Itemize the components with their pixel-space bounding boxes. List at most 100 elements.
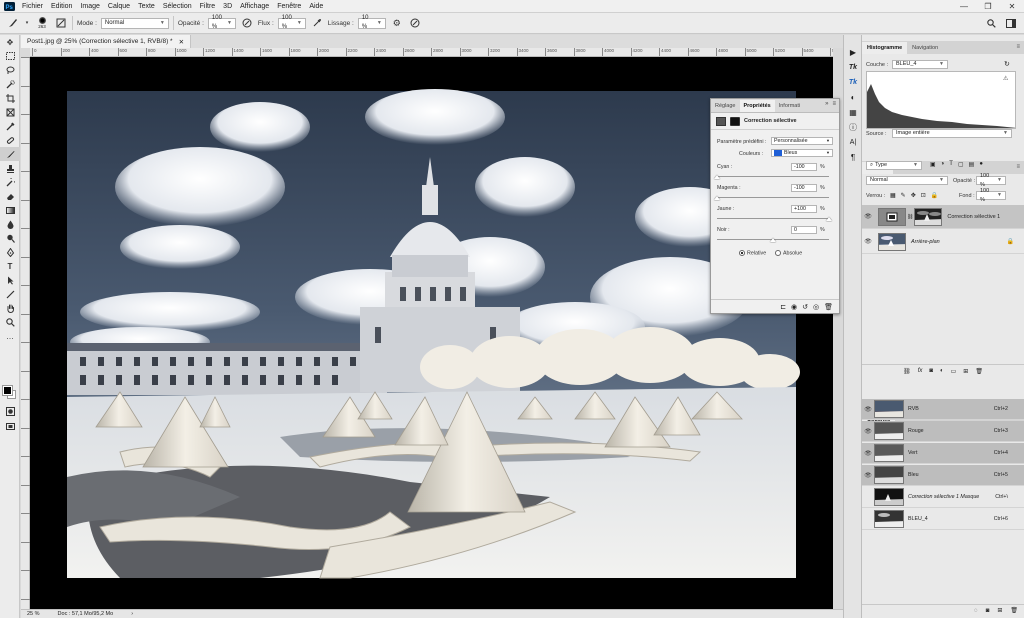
eraser-tool-icon[interactable]: [0, 189, 20, 203]
jaune-input[interactable]: +100: [791, 205, 817, 213]
lasso-tool-icon[interactable]: [0, 63, 20, 77]
eye-icon[interactable]: 👁: [862, 213, 874, 220]
filter-toggle-icon[interactable]: ●: [979, 161, 983, 168]
trash-icon[interactable]: 🗑: [975, 368, 983, 375]
menu-selection[interactable]: Sélection: [159, 3, 196, 10]
jaune-slider-knob[interactable]: [826, 217, 832, 221]
lock-transparency-icon[interactable]: ▦: [890, 192, 896, 199]
radio-relative[interactable]: [739, 250, 745, 256]
swatches-icon[interactable]: ▦: [844, 105, 862, 119]
lock-all-icon[interactable]: 🔒: [931, 192, 938, 199]
preset-select[interactable]: Personnalisée ▼: [771, 137, 833, 145]
crop-tool-icon[interactable]: [0, 91, 20, 105]
eye-icon[interactable]: 👁: [862, 428, 874, 435]
info-icon[interactable]: ⓘ: [844, 120, 862, 134]
filter-smart-object-icon[interactable]: ▤: [969, 161, 975, 168]
blend-mode-select[interactable]: Normal ▼: [866, 176, 948, 185]
history-brush-tool-icon[interactable]: [0, 175, 20, 189]
noir-slider-knob[interactable]: [770, 238, 776, 242]
refresh-icon[interactable]: ↻: [1004, 60, 1010, 68]
menu-fenetre[interactable]: Fenêtre: [273, 3, 305, 10]
menu-aide[interactable]: Aide: [305, 3, 327, 10]
tab-informations[interactable]: Informati: [775, 100, 804, 112]
chevron-down-icon[interactable]: ▾: [24, 16, 30, 30]
brush-tool-icon[interactable]: [0, 147, 20, 161]
noir-input[interactable]: 0: [791, 226, 817, 234]
layer-row-background[interactable]: 👁 Arrière-plan 🔒: [862, 230, 1024, 254]
panel-menu-icon[interactable]: ≡: [832, 101, 836, 107]
pressure-size-icon[interactable]: [408, 16, 422, 30]
menu-fichier[interactable]: Fichier: [18, 3, 47, 10]
filter-pixel-icon[interactable]: ▣: [930, 161, 936, 168]
layer-row-selective-correction[interactable]: 👁 ⛓ Correction sélective 1: [862, 205, 1024, 229]
channel-row-vert[interactable]: 👁 Vert Ctrl+4: [862, 443, 1024, 464]
link-layers-icon[interactable]: ⛓: [903, 368, 911, 375]
expand-icon[interactable]: »: [825, 101, 828, 107]
channel-row-bleu4[interactable]: BLEU_4 Ctrl+6: [862, 509, 1024, 530]
brush-preset-picker[interactable]: 263: [34, 17, 50, 29]
cyan-input[interactable]: -100: [791, 163, 817, 171]
radio-absolute[interactable]: [775, 250, 781, 256]
zoom-tool-icon[interactable]: [0, 315, 20, 329]
method-relative[interactable]: Relative: [739, 250, 766, 256]
color-panel-icon[interactable]: ◐: [844, 90, 862, 104]
play-action-icon[interactable]: ▶: [844, 45, 862, 59]
panel-menu-icon[interactable]: ≡: [1016, 164, 1020, 170]
opacity-field[interactable]: 100 % ▼: [207, 15, 236, 30]
move-tool-icon[interactable]: ✥: [0, 35, 20, 49]
cyan-slider[interactable]: [714, 175, 829, 179]
workspace-icon[interactable]: [1004, 16, 1018, 30]
channel-name[interactable]: BLEU_4: [908, 516, 928, 522]
link-icon[interactable]: ⛓: [907, 214, 913, 220]
view-previous-state-icon[interactable]: ◉: [791, 303, 797, 311]
search-icon[interactable]: [984, 16, 998, 30]
eyedropper-tool-icon[interactable]: [0, 119, 20, 133]
histogram-channel-select[interactable]: BLEU_4 ▼: [892, 60, 948, 69]
eye-icon[interactable]: 👁: [862, 406, 874, 413]
channel-name[interactable]: RVB: [908, 406, 919, 412]
type-tool-icon[interactable]: T: [0, 259, 20, 273]
foreground-color-swatch[interactable]: [2, 385, 13, 396]
eye-icon[interactable]: 👁: [862, 238, 874, 245]
magenta-slider-knob[interactable]: [714, 196, 720, 200]
smoothing-field[interactable]: 10 % ▼: [357, 15, 386, 30]
new-adjustment-icon[interactable]: ◐: [940, 368, 944, 374]
channel-row-bleu[interactable]: 👁 Bleu Ctrl+5: [862, 465, 1024, 486]
airbrush-icon[interactable]: [310, 16, 324, 30]
tab-reglage[interactable]: Réglage: [711, 100, 740, 112]
flow-field[interactable]: 100 % ▼: [277, 15, 306, 30]
quick-mask-icon[interactable]: [0, 404, 20, 418]
menu-3d[interactable]: 3D: [219, 3, 236, 10]
eye-icon[interactable]: 👁: [862, 472, 874, 479]
dodge-tool-icon[interactable]: [0, 231, 20, 245]
menu-edition[interactable]: Edition: [47, 3, 76, 10]
channel-row-mask[interactable]: Correction sélective 1 Masque Ctrl+\: [862, 487, 1024, 508]
paragraph-icon[interactable]: ¶: [844, 150, 862, 164]
paragraph-style-icon[interactable]: Tk: [844, 75, 862, 89]
close-tab-icon[interactable]: ✕: [179, 38, 184, 46]
magenta-input[interactable]: -100: [791, 184, 817, 192]
character-icon[interactable]: A|: [844, 135, 862, 149]
filter-adjustment-icon[interactable]: ◑: [941, 161, 945, 168]
adjustment-icon[interactable]: [716, 116, 726, 126]
trash-icon[interactable]: 🗑: [1010, 607, 1018, 614]
marquee-tool-icon[interactable]: [0, 49, 20, 63]
layer-filter-select[interactable]: ⌕ Type ▼: [866, 161, 922, 170]
clip-to-layer-icon[interactable]: ⊏: [780, 303, 786, 311]
eye-icon[interactable]: 👁: [862, 450, 874, 457]
document-tab[interactable]: Post1.jpg @ 25% (Correction sélective 1,…: [21, 35, 192, 48]
tab-histogramme[interactable]: Histogramme: [862, 42, 908, 54]
channel-name[interactable]: Vert: [908, 450, 917, 456]
smoothing-settings-gear-icon[interactable]: ⚙: [390, 16, 404, 30]
layer-style-icon[interactable]: fx: [918, 368, 923, 374]
character-panel-icon[interactable]: Tk: [844, 60, 862, 74]
screen-mode-icon[interactable]: [0, 419, 20, 433]
load-selection-icon[interactable]: ◌: [974, 608, 978, 614]
frame-tool-icon[interactable]: [0, 105, 20, 119]
lock-position-icon[interactable]: ✥: [911, 192, 916, 199]
brush-tool-icon[interactable]: [6, 16, 20, 30]
layer-name[interactable]: Arrière-plan: [911, 239, 940, 245]
channel-name[interactable]: Bleu: [908, 472, 919, 478]
pen-tool-icon[interactable]: [0, 245, 20, 259]
maximize-button[interactable]: ❐: [976, 0, 1000, 13]
